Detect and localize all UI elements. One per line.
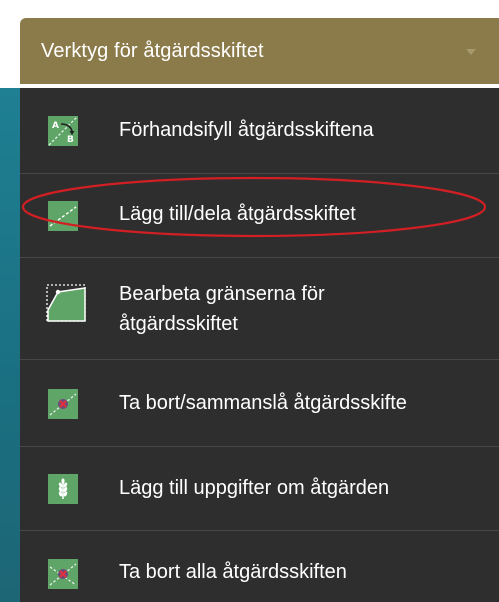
dropdown-title: Verktyg för åtgärdsskiftet	[41, 40, 264, 62]
svg-text:A: A	[52, 121, 59, 131]
crop-info-icon	[48, 474, 78, 504]
chevron-down-icon[interactable]	[466, 49, 476, 55]
menu-item-remove-all[interactable]: Ta bort alla åtgärdsskiften	[20, 531, 499, 602]
split-line-icon	[48, 201, 78, 231]
tools-dropdown-header[interactable]: Verktyg för åtgärdsskiftet	[20, 18, 499, 84]
tools-menu: A B Förhandsifyll åtgärdsskiftena Lägg t…	[20, 88, 499, 602]
remove-all-icon	[48, 559, 78, 589]
menu-item-prefill[interactable]: A B Förhandsifyll åtgärdsskiftena	[20, 88, 499, 174]
svg-text:B: B	[67, 135, 74, 145]
background-map-edge	[0, 88, 20, 602]
menu-item-label: Lägg till/dela åtgärdsskiftet	[119, 203, 356, 225]
menu-item-add-crop-info[interactable]: Lägg till uppgifter om åtgärden	[20, 447, 499, 531]
menu-item-add-split[interactable]: Lägg till/dela åtgärdsskiftet	[20, 174, 499, 258]
edit-boundary-icon	[46, 282, 86, 322]
remove-merge-icon	[48, 389, 78, 419]
menu-item-edit-boundaries[interactable]: Bearbeta gränserna för åtgärdsskiftet	[20, 258, 499, 360]
menu-item-label: Ta bort alla åtgärdsskiften	[119, 561, 347, 583]
menu-item-label-line2: åtgärdsskiftet	[119, 313, 238, 335]
menu-item-label: Förhandsifyll åtgärdsskiftena	[119, 119, 374, 141]
prefill-ab-icon: A B	[48, 116, 78, 146]
menu-item-label-line1: Bearbeta gränserna för	[119, 283, 325, 305]
menu-item-label: Lägg till uppgifter om åtgärden	[119, 477, 390, 499]
menu-item-remove-merge[interactable]: Ta bort/sammanslå åtgärdsskifte	[20, 360, 499, 447]
menu-item-label: Ta bort/sammanslå åtgärdsskifte	[119, 392, 407, 414]
